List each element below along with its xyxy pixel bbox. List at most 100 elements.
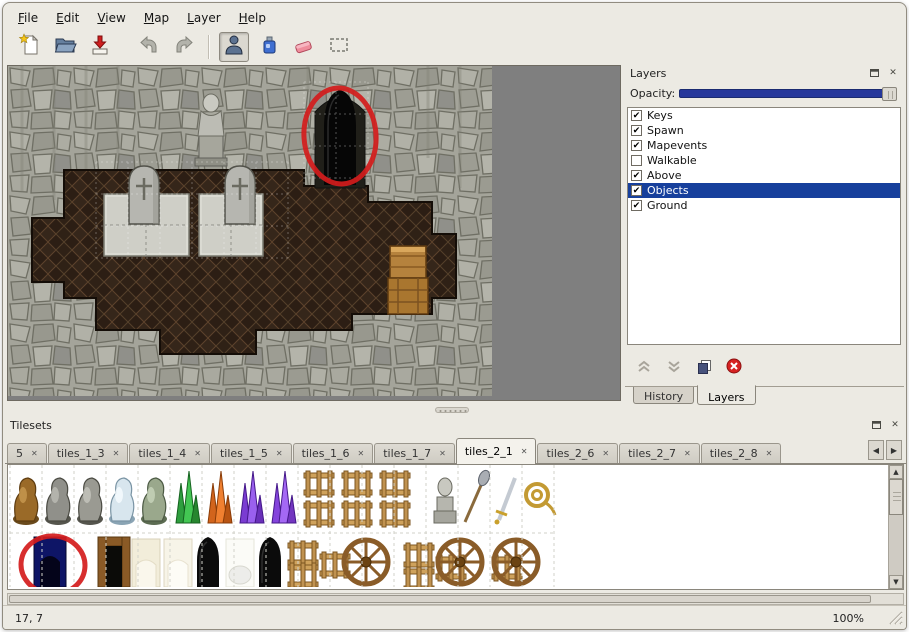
layer-visibility-checkbox[interactable]: ✔ bbox=[631, 200, 642, 211]
menu-item-view[interactable]: View bbox=[88, 8, 134, 28]
tileset-canvas[interactable] bbox=[8, 465, 886, 587]
tile-wood-track[interactable] bbox=[342, 471, 372, 497]
layer-visibility-checkbox[interactable] bbox=[631, 155, 642, 166]
open-file-button[interactable] bbox=[50, 32, 80, 62]
tile-wood-track[interactable] bbox=[380, 501, 410, 527]
tileset-tab-tiles_1_6[interactable]: tiles_1_6✕ bbox=[293, 443, 374, 463]
tile-wood-track[interactable] bbox=[404, 567, 434, 587]
new-file-button[interactable] bbox=[15, 32, 45, 62]
tab-close-icon[interactable]: ✕ bbox=[439, 449, 446, 458]
menu-item-help[interactable]: Help bbox=[230, 8, 275, 28]
scroll-tabs-right-button[interactable]: ▶ bbox=[886, 440, 902, 460]
layer-visibility-checkbox[interactable]: ✔ bbox=[631, 140, 642, 151]
dock-tab-layers[interactable]: Layers bbox=[697, 385, 755, 405]
tab-close-icon[interactable]: ✕ bbox=[31, 449, 38, 458]
tab-close-icon[interactable]: ✕ bbox=[113, 449, 120, 458]
tileset-content[interactable]: ▲ ▼ bbox=[7, 464, 904, 590]
layer-row-ground[interactable]: ✔Ground bbox=[628, 198, 900, 213]
tileset-tab-tiles_1_5[interactable]: tiles_1_5✕ bbox=[211, 443, 292, 463]
layer-row-objects[interactable]: ✔Objects bbox=[628, 183, 900, 198]
tileset-tab-tiles_2_8[interactable]: tiles_2_8✕ bbox=[701, 443, 782, 463]
map-viewport[interactable] bbox=[7, 65, 621, 401]
tileset-tab-tiles_1_4[interactable]: tiles_1_4✕ bbox=[129, 443, 210, 463]
float-panel-icon[interactable] bbox=[870, 419, 884, 432]
tile-wood-doorframe[interactable] bbox=[98, 537, 130, 587]
layer-name: Spawn bbox=[647, 124, 684, 137]
layer-row-walkable[interactable]: Walkable bbox=[628, 153, 900, 168]
undo-button[interactable] bbox=[134, 32, 164, 62]
menu-item-edit[interactable]: Edit bbox=[47, 8, 88, 28]
gravestone bbox=[129, 166, 159, 224]
app-window: FileEditViewMapLayerHelp bbox=[2, 2, 907, 630]
layer-visibility-checkbox[interactable]: ✔ bbox=[631, 185, 642, 196]
tile-hooded-figure[interactable] bbox=[259, 537, 281, 587]
layer-name: Keys bbox=[647, 109, 673, 122]
tile-wood-track[interactable] bbox=[342, 501, 372, 527]
tab-close-icon[interactable]: ✕ bbox=[194, 449, 201, 458]
menu-item-map[interactable]: Map bbox=[135, 8, 178, 28]
layer-visibility-checkbox[interactable]: ✔ bbox=[631, 110, 642, 121]
tilesets-panel-header: Tilesets ✕ bbox=[5, 417, 906, 433]
tab-close-icon[interactable]: ✕ bbox=[276, 449, 283, 458]
tab-close-icon[interactable]: ✕ bbox=[521, 447, 528, 456]
scroll-down-icon[interactable]: ▼ bbox=[889, 575, 903, 589]
tile-wood-track[interactable] bbox=[404, 543, 434, 569]
select-tool-button[interactable] bbox=[324, 32, 354, 62]
tile-navy-door-selected[interactable] bbox=[34, 537, 66, 587]
vertical-scrollbar-thumb[interactable] bbox=[889, 479, 903, 515]
eraser-tool-button[interactable] bbox=[289, 32, 319, 62]
tab-close-icon[interactable]: ✕ bbox=[766, 449, 773, 458]
tileset-tab-tiles_1_3[interactable]: tiles_1_3✕ bbox=[48, 443, 129, 463]
tile-pale-arch[interactable] bbox=[164, 539, 192, 587]
redo-button[interactable] bbox=[169, 32, 199, 62]
fill-tool-button[interactable] bbox=[254, 32, 284, 62]
save-button[interactable] bbox=[85, 32, 115, 62]
horizontal-scrollbar-thumb[interactable] bbox=[9, 595, 871, 603]
tab-close-icon[interactable]: ✕ bbox=[358, 449, 365, 458]
tab-close-icon[interactable]: ✕ bbox=[684, 449, 691, 458]
scroll-up-icon[interactable]: ▲ bbox=[889, 465, 903, 479]
layer-visibility-checkbox[interactable]: ✔ bbox=[631, 170, 642, 181]
move-layer-up-button[interactable] bbox=[629, 356, 659, 376]
tile-wagon-wheel[interactable] bbox=[438, 540, 482, 584]
tab-close-icon[interactable]: ✕ bbox=[602, 449, 609, 458]
layers-panel-header: Layers ✕ bbox=[625, 65, 904, 81]
layer-row-above[interactable]: ✔Above bbox=[628, 168, 900, 183]
tileset-tab-5[interactable]: 5✕ bbox=[7, 443, 47, 463]
tileset-tab-tiles_1_7[interactable]: tiles_1_7✕ bbox=[374, 443, 455, 463]
tileset-tab-tiles_2_1[interactable]: tiles_2_1✕ bbox=[456, 438, 537, 463]
scroll-tabs-left-button[interactable]: ◀ bbox=[868, 440, 884, 460]
tile-snow-mound[interactable] bbox=[226, 539, 254, 587]
tileset-tab-tiles_2_7[interactable]: tiles_2_7✕ bbox=[619, 443, 700, 463]
opacity-slider[interactable] bbox=[679, 89, 896, 98]
tile-pale-arch[interactable] bbox=[132, 539, 160, 587]
delete-layer-button[interactable] bbox=[719, 356, 749, 376]
resize-grip-icon[interactable] bbox=[888, 610, 903, 628]
layer-row-spawn[interactable]: ✔ Spawn bbox=[628, 123, 900, 138]
tileset-vertical-scrollbar[interactable]: ▲ ▼ bbox=[888, 465, 903, 589]
tile-wagon-wheel[interactable] bbox=[494, 540, 538, 584]
menu-item-layer[interactable]: Layer bbox=[178, 8, 229, 28]
menu-item-file[interactable]: File bbox=[9, 8, 47, 28]
tileset-tab-tiles_2_6[interactable]: tiles_2_6✕ bbox=[537, 443, 618, 463]
layer-row-mapevents[interactable]: ✔Mapevents bbox=[628, 138, 900, 153]
float-panel-icon[interactable] bbox=[868, 67, 882, 80]
close-panel-icon[interactable]: ✕ bbox=[886, 67, 900, 80]
tile-wagon-wheel[interactable] bbox=[344, 540, 388, 584]
tile-wood-track[interactable] bbox=[288, 563, 318, 587]
delete-icon bbox=[726, 358, 742, 374]
duplicate-layer-button[interactable] bbox=[689, 356, 719, 376]
stamp-tool-button[interactable] bbox=[219, 32, 249, 62]
opacity-slider-handle[interactable] bbox=[882, 87, 897, 101]
menu-bar: FileEditViewMapLayerHelp bbox=[9, 7, 275, 29]
tile-hooded-figure[interactable] bbox=[197, 537, 219, 587]
close-panel-icon[interactable]: ✕ bbox=[888, 419, 902, 432]
map-canvas[interactable] bbox=[8, 66, 492, 396]
layer-visibility-checkbox[interactable]: ✔ bbox=[631, 125, 642, 136]
tileset-horizontal-scrollbar[interactable] bbox=[7, 593, 904, 605]
move-layer-down-button[interactable] bbox=[659, 356, 689, 376]
tile-wood-track[interactable] bbox=[380, 471, 410, 497]
layer-row-keys[interactable]: ✔ Keys bbox=[628, 108, 900, 123]
dock-tab-history[interactable]: History bbox=[633, 387, 694, 404]
layers-list[interactable]: ✔ Keys ✔ Spawn✔MapeventsWalkable✔Above✔Obje… bbox=[627, 107, 901, 345]
